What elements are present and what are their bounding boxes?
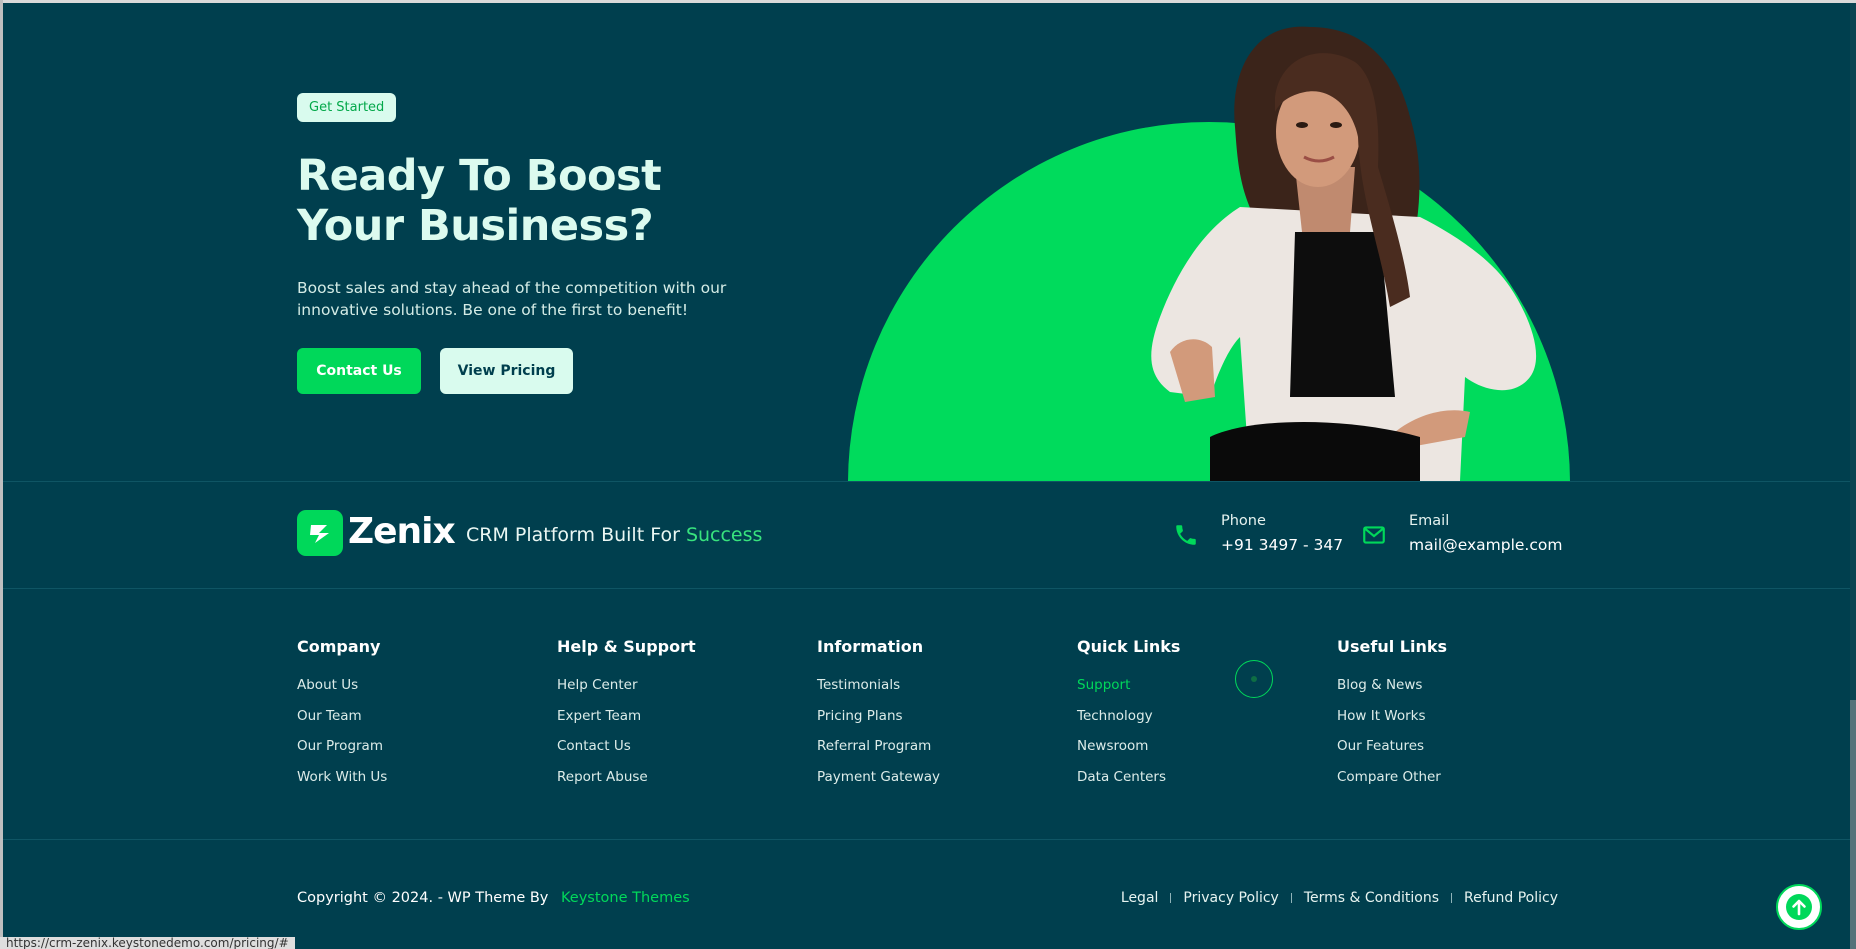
arrow-up-icon <box>1786 894 1812 920</box>
logo-wordmark[interactable]: Zenix <box>348 511 456 552</box>
footer-link[interactable]: Our Team <box>297 701 387 732</box>
legal-link[interactable]: Legal <box>1121 890 1159 906</box>
scrollbar-thumb[interactable] <box>1850 700 1856 949</box>
email-label: Email <box>1409 513 1450 529</box>
section-divider <box>3 481 1850 482</box>
footer-link[interactable]: Our Program <box>297 731 387 762</box>
footer-link[interactable]: Data Centers <box>1077 762 1180 793</box>
footer-link[interactable]: Compare Other <box>1337 762 1447 793</box>
mail-icon <box>1363 526 1385 544</box>
hero-visual <box>0 3 1850 481</box>
privacy-policy-link[interactable]: Privacy Policy <box>1183 890 1278 906</box>
section-divider <box>3 839 1850 840</box>
separator <box>1451 893 1452 903</box>
footer-link[interactable]: Technology <box>1077 701 1180 732</box>
brand-tagline: CRM Platform Built For Success <box>466 524 762 546</box>
copyright-text: Copyright © 2024. - WP Theme By Keystone… <box>297 890 690 906</box>
cta-hero-section: Get Started Ready To Boost Your Business… <box>0 3 1850 481</box>
footer-link[interactable]: About Us <box>297 670 387 701</box>
footer-link[interactable]: Help Center <box>557 670 696 701</box>
view-pricing-button[interactable]: View Pricing <box>440 348 573 394</box>
tagline-prefix: CRM Platform Built For <box>466 524 680 546</box>
column-title: Information <box>817 637 924 656</box>
footer-link[interactable]: Report Abuse <box>557 762 696 793</box>
footer-link[interactable]: Our Features <box>1337 731 1447 762</box>
logo-icon[interactable] <box>297 510 343 556</box>
custom-cursor-dot <box>1251 676 1257 682</box>
phone-label: Phone <box>1221 513 1266 529</box>
woman-portrait-image <box>1151 26 1537 481</box>
column-title: Company <box>297 637 381 656</box>
tagline-accent: Success <box>685 524 763 546</box>
footer-column-company: Company About Us Our Team Our Program Wo… <box>297 637 387 792</box>
hero-title: Ready To Boost Your Business? <box>297 151 662 251</box>
section-divider <box>3 588 1850 589</box>
separator <box>1170 893 1172 903</box>
hero-description: Boost sales and stay ahead of the compet… <box>297 279 727 319</box>
phone-icon <box>1176 525 1196 545</box>
footer-link[interactable]: Expert Team <box>557 701 696 732</box>
legal-links: Legal Privacy Policy Terms & Conditions … <box>1121 890 1558 906</box>
footer-link[interactable]: Contact Us <box>557 731 696 762</box>
footer-link[interactable]: How It Works <box>1337 701 1447 732</box>
theme-brand-link[interactable]: Keystone Themes <box>561 890 690 906</box>
footer-link[interactable]: Pricing Plans <box>817 701 940 732</box>
footer-column-information: Information Testimonials Pricing Plans R… <box>817 637 940 792</box>
footer-link[interactable]: Newsroom <box>1077 731 1180 762</box>
get-started-badge[interactable]: Get Started <box>297 93 397 122</box>
email-value[interactable]: mail@example.com <box>1409 536 1562 554</box>
copyright-label: Copyright © 2024. - WP Theme By <box>297 890 549 906</box>
refund-policy-link[interactable]: Refund Policy <box>1464 890 1558 906</box>
footer-link[interactable]: Blog & News <box>1337 670 1447 701</box>
footer-link-active[interactable]: Support <box>1077 670 1180 701</box>
footer-link[interactable]: Testimonials <box>817 670 940 701</box>
browser-status-url: https://crm-zenix.keystonedemo.com/prici… <box>0 937 295 949</box>
column-title: Useful Links <box>1337 637 1448 656</box>
footer-column-help-support: Help & Support Help Center Expert Team C… <box>557 637 696 792</box>
contact-us-button[interactable]: Contact Us <box>297 348 421 394</box>
scroll-to-top-button[interactable] <box>1776 884 1822 930</box>
column-title: Quick Links <box>1077 637 1181 656</box>
footer-link[interactable]: Work With Us <box>297 762 387 793</box>
footer-link[interactable]: Payment Gateway <box>817 762 940 793</box>
terms-link[interactable]: Terms & Conditions <box>1304 890 1439 906</box>
separator <box>1290 893 1292 903</box>
column-title: Help & Support <box>557 637 696 656</box>
footer-column-quick-links: Quick Links Support Technology Newsroom … <box>1077 637 1180 792</box>
footer-column-useful-links: Useful Links Blog & News How It Works Ou… <box>1337 637 1447 792</box>
footer-link[interactable]: Referral Program <box>817 731 940 762</box>
phone-value[interactable]: +91 3497 - 347 <box>1221 536 1343 554</box>
